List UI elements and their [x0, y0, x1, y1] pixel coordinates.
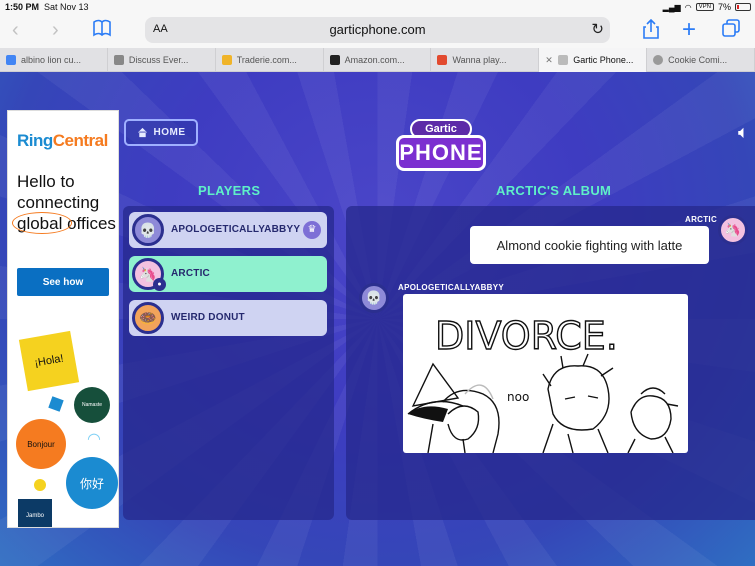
- volume-icon[interactable]: 🔈︎: [738, 122, 749, 143]
- signal-icon: ▂▄▆: [662, 2, 681, 12]
- player-item[interactable]: 💀 APOLOGETICALLYABBYY ♛: [129, 212, 327, 248]
- ad-highlight-oval: [12, 212, 72, 234]
- status-indicators: ▂▄▆ ◠ VPN 7%: [663, 2, 751, 12]
- prompt-text: Almond cookie fighting with latte: [496, 237, 683, 253]
- address-bar[interactable]: AA garticphone.com ↻: [145, 17, 610, 43]
- player-name: ARCTIC: [171, 268, 210, 279]
- prompt-bubble: Almond cookie fighting with latte: [470, 226, 709, 264]
- ad-brand: RingCentral: [17, 131, 108, 150]
- battery-icon: [735, 3, 751, 11]
- ad-bonjour-circle: Bonjour: [16, 419, 66, 469]
- browser-tab[interactable]: Traderie.com...: [216, 48, 324, 72]
- tab-label: Gartic Phone...: [573, 55, 634, 65]
- browser-tab-active[interactable]: ✕ Gartic Phone...: [539, 48, 648, 72]
- browser-tab[interactable]: Wanna play...: [431, 48, 540, 72]
- status-time: 1:50 PM: [5, 2, 40, 12]
- avatar: 🦄: [718, 215, 748, 245]
- home-label: HOME: [153, 127, 186, 138]
- players-title: PLAYERS: [198, 183, 261, 198]
- vpn-badge: VPN: [695, 3, 714, 11]
- tab-label: Cookie Comi...: [668, 55, 728, 65]
- favicon-icon: [221, 55, 232, 65]
- browser-tab[interactable]: albino lion cu...: [0, 48, 108, 72]
- favicon-icon: [558, 55, 569, 65]
- players-panel: 💀 APOLOGETICALLYABBYY ♛ 🦄 ● ARCTIC 🍩 WEI…: [123, 206, 334, 520]
- tab-label: Wanna play...: [452, 55, 507, 65]
- drawing-note: noo: [507, 390, 529, 404]
- wifi-icon: ◠: [87, 431, 101, 448]
- tab-label: Amazon.com...: [344, 55, 405, 65]
- avatar: 💀: [132, 214, 164, 246]
- favicon-icon: [6, 55, 16, 65]
- tab-bar: albino lion cu... Discuss Ever... Trader…: [0, 48, 755, 72]
- home-button[interactable]: HOME: [124, 119, 198, 146]
- browser-tab[interactable]: Discuss Ever...: [108, 48, 216, 72]
- player-item[interactable]: 🍩 WEIRD DONUT: [129, 300, 327, 336]
- status-date: Sat Nov 13: [44, 2, 89, 12]
- drawing-image: DIVORCE. noo: [403, 294, 688, 453]
- game-area: RingCentral Hello to connecting global o…: [0, 72, 755, 566]
- ad-cta-button[interactable]: See how: [17, 268, 109, 296]
- tab-label: albino lion cu...: [21, 55, 82, 65]
- url-text[interactable]: garticphone.com: [145, 22, 610, 37]
- avatar: 🍩: [132, 302, 164, 334]
- home-icon: [137, 127, 147, 138]
- back-icon[interactable]: ‹: [12, 19, 19, 41]
- drawing-title: DIVORCE.: [435, 314, 618, 358]
- drawing-sketch: DIVORCE. noo: [407, 313, 679, 453]
- tabs-overview-icon[interactable]: [722, 19, 740, 42]
- ad-namaste-circle: Namaste: [74, 387, 110, 423]
- share-icon[interactable]: [642, 18, 660, 44]
- bookmarks-icon[interactable]: [92, 19, 112, 42]
- player-item-active[interactable]: 🦄 ● ARCTIC: [129, 256, 327, 292]
- wifi-icon: ◠: [684, 2, 692, 12]
- reload-icon[interactable]: ↻: [591, 20, 604, 38]
- user-icon: ●: [153, 278, 166, 291]
- favicon-icon: [113, 55, 124, 65]
- tab-label: Traderie.com...: [236, 55, 297, 65]
- album-panel: ARCTIC 🦄 Almond cookie fighting with lat…: [346, 206, 755, 520]
- favicon-icon: [329, 55, 340, 65]
- browser-tab[interactable]: Cookie Comi...: [647, 48, 755, 72]
- ad-jambo-card: Jambo: [18, 499, 52, 527]
- player-name: WEIRD DONUT: [171, 312, 245, 323]
- avatar: 💀: [359, 283, 389, 313]
- prompt-author: ARCTIC: [685, 215, 718, 224]
- album-title: ARCTIC'S ALBUM: [496, 183, 612, 198]
- forward-icon[interactable]: ›: [52, 19, 59, 41]
- battery-percent: 7%: [717, 2, 731, 12]
- favicon-icon: [653, 55, 664, 65]
- close-tab-icon[interactable]: ✕: [545, 55, 553, 66]
- gartic-phone-logo: Gartic PHONE: [396, 119, 486, 175]
- ad-nihao-circle: 你好: [66, 457, 118, 509]
- favicon-icon: [437, 55, 448, 65]
- browser-toolbar: ‹ › AA garticphone.com ↻ +: [0, 14, 755, 48]
- crown-icon: ♛: [303, 221, 321, 239]
- drawing-author: APOLOGETICALLYABBYY: [398, 283, 505, 292]
- ad-square: [48, 396, 64, 412]
- player-name: APOLOGETICALLYABBYY: [171, 224, 301, 235]
- ad-hola-card: ¡Hola!: [18, 330, 80, 392]
- status-bar: 1:50 PM Sat Nov 13 ▂▄▆ ◠ VPN 7%: [0, 0, 755, 14]
- browser-tab[interactable]: Amazon.com...: [324, 48, 432, 72]
- tab-label: Discuss Ever...: [128, 55, 189, 65]
- ad-accent: [34, 479, 46, 491]
- advertisement[interactable]: RingCentral Hello to connecting global o…: [7, 110, 119, 528]
- new-tab-icon[interactable]: +: [682, 18, 696, 42]
